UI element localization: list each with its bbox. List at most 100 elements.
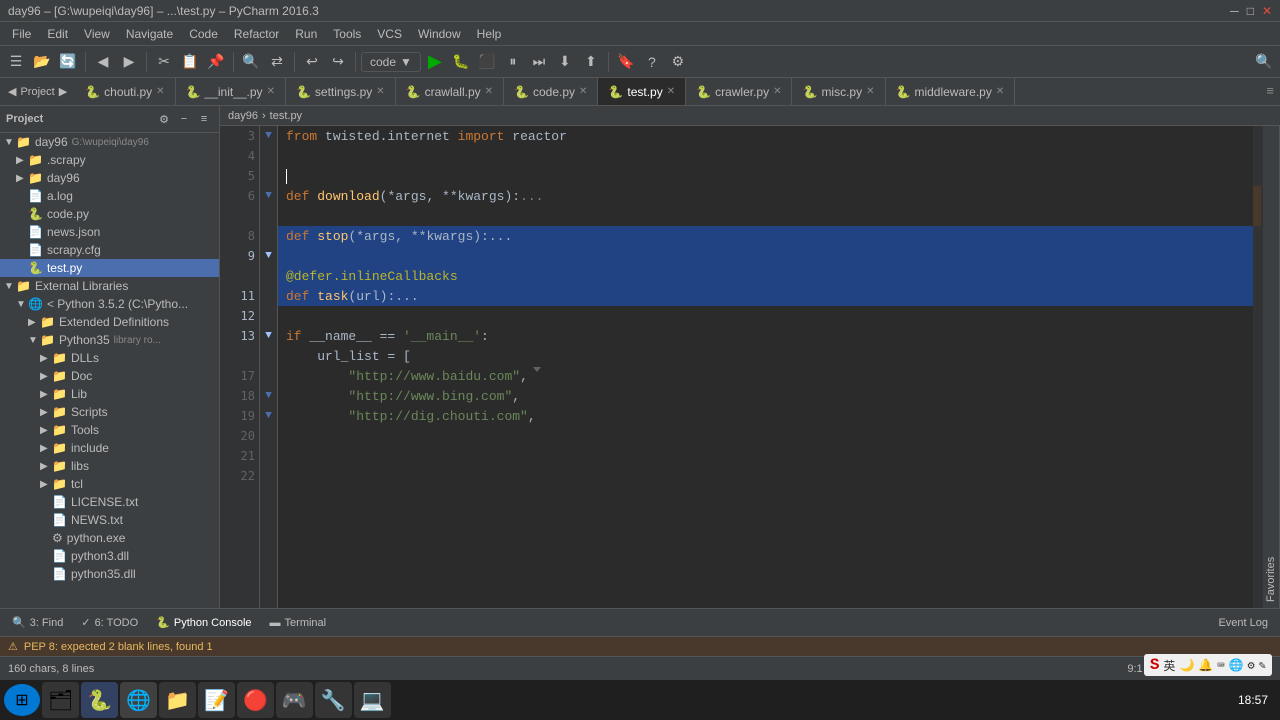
sidebar-item-tools[interactable]: ▶ 📁 Tools <box>0 421 219 439</box>
forward-btn[interactable]: ▶ <box>117 50 141 74</box>
ime-bell-icon[interactable]: 🔔 <box>1198 658 1213 673</box>
fold-9[interactable]: ▼ <box>260 246 277 266</box>
back-btn[interactable]: ◀ <box>91 50 115 74</box>
tab-crawlall[interactable]: 🐍 crawlall.py ✕ <box>396 78 504 106</box>
code-line-11[interactable] <box>278 246 1263 266</box>
taskbar-app8[interactable]: 🔧 <box>315 682 352 718</box>
close-icon[interactable]: ✕ <box>156 86 164 97</box>
sidebar-item-lib[interactable]: ▶ 📁 Lib <box>0 385 219 403</box>
menu-help[interactable]: Help <box>469 25 510 43</box>
menu-view[interactable]: View <box>76 25 118 43</box>
favorites-tab[interactable]: Favorites <box>1263 126 1280 608</box>
sidebar-item-python35dll[interactable]: 📄 python35.dll <box>0 565 219 583</box>
ime-moon-icon[interactable]: 🌙 <box>1179 658 1194 673</box>
sidebar-item-dlls[interactable]: ▶ 📁 DLLs <box>0 349 219 367</box>
sidebar-item-include[interactable]: ▶ 📁 include <box>0 439 219 457</box>
menu-refactor[interactable]: Refactor <box>226 25 287 43</box>
sidebar-item-testpy[interactable]: 🐍 test.py <box>0 259 219 277</box>
sidebar-gear-btn[interactable]: ≡ <box>195 110 213 128</box>
breadcrumb-testpy[interactable]: test.py <box>270 110 302 122</box>
code-line-4[interactable] <box>278 146 1263 166</box>
taskbar-chrome[interactable]: 🌐 <box>120 682 157 718</box>
tab-middleware[interactable]: 🐍 middleware.py ✕ <box>886 78 1016 106</box>
close-icon[interactable]: ✕ <box>667 86 675 97</box>
fold-6[interactable]: ▼ <box>260 186 277 206</box>
tab-code[interactable]: 🐍 code.py ✕ <box>504 78 598 106</box>
sidebar-item-scripts[interactable]: ▶ 📁 Scripts <box>0 403 219 421</box>
python-console-btn[interactable]: 🐍 Python Console <box>148 611 259 635</box>
taskbar-app7[interactable]: 🎮 <box>276 682 313 718</box>
sidebar-item-newsjson[interactable]: 📄 news.json <box>0 223 219 241</box>
sidebar-settings-btn[interactable]: ⚙ <box>155 110 173 128</box>
sidebar-collapse-btn[interactable]: − <box>175 110 193 128</box>
sidebar-item-scrapy[interactable]: ▶ 📁 .scrapy <box>0 151 219 169</box>
sidebar-item-alog[interactable]: 📄 a.log <box>0 187 219 205</box>
close-button[interactable]: ✕ <box>1262 4 1272 18</box>
sidebar-item-license[interactable]: 📄 LICENSE.txt <box>0 493 219 511</box>
menu-navigate[interactable]: Navigate <box>118 25 181 43</box>
help-btn[interactable]: ? <box>640 50 664 74</box>
menu-code[interactable]: Code <box>181 25 226 43</box>
code-line-19[interactable]: url_list = [ <box>278 346 1263 366</box>
stop-btn[interactable]: ⬛ <box>475 50 499 74</box>
event-log-button[interactable]: Event Log <box>1210 611 1276 635</box>
code-line-18[interactable]: if __name__ == '__main__' : <box>278 326 1263 346</box>
settings-btn[interactable]: ⚙ <box>666 50 690 74</box>
close-icon[interactable]: ✕ <box>376 86 384 97</box>
ime-keyboard-icon[interactable]: ⌨ <box>1217 658 1224 673</box>
sidebar-item-day96-sub[interactable]: ▶ 📁 day96 <box>0 169 219 187</box>
paste-btn[interactable]: 📌 <box>204 50 228 74</box>
code-line-6[interactable]: def download (*args, **kwargs): ... <box>278 186 1263 206</box>
ime-s-icon[interactable]: S <box>1150 656 1160 674</box>
close-icon[interactable]: ✕ <box>579 86 587 97</box>
code-line-9[interactable]: def stop (*args, **kwargs): ... <box>278 226 1263 246</box>
ime-pencil-icon[interactable]: ✎ <box>1259 658 1266 673</box>
code-line-8[interactable]: 💡 <box>278 206 1263 226</box>
undo-btn[interactable]: ↩ <box>300 50 324 74</box>
code-line-22[interactable]: "http://dig.chouti.com" , <box>278 406 1263 426</box>
todo-tool-btn[interactable]: ✓ 6: TODO <box>73 611 146 635</box>
start-button[interactable]: ⊞ <box>4 684 40 716</box>
copy-btn[interactable]: 📋 <box>178 50 202 74</box>
step-over-btn[interactable]: ⏭ <box>527 50 551 74</box>
menu-edit[interactable]: Edit <box>39 25 76 43</box>
code-line-5[interactable] <box>278 166 1263 186</box>
menu-file[interactable]: File <box>4 25 39 43</box>
search-btn[interactable]: 🔍 <box>239 50 263 74</box>
sidebar-item-extended-defs[interactable]: ▶ 📁 Extended Definitions <box>0 313 219 331</box>
code-line-13[interactable]: def task (url): ... <box>278 286 1263 306</box>
code-editor[interactable]: 3 4 5 6 8 9 11 12 13 17 18 19 20 21 22 <box>220 126 1280 608</box>
bookmark-btn[interactable]: 🔖 <box>614 50 638 74</box>
cut-btn[interactable]: ✂ <box>152 50 176 74</box>
search-everywhere-btn[interactable]: 🔍 <box>1252 50 1276 74</box>
tabs-more-btn[interactable]: ≡ <box>1266 84 1280 99</box>
sidebar-item-external-libs[interactable]: ▼ 📁 External Libraries <box>0 277 219 295</box>
menu-tools[interactable]: Tools <box>325 25 369 43</box>
find-tool-btn[interactable]: 🔍 3: Find <box>4 611 71 635</box>
tab-settings[interactable]: 🐍 settings.py ✕ <box>286 78 396 106</box>
taskbar-red-app[interactable]: 🔴 <box>237 682 274 718</box>
taskbar-explorer[interactable]: 📁 <box>159 682 196 718</box>
taskbar-word[interactable]: 📝 <box>198 682 235 718</box>
fold-13[interactable]: ▼ <box>260 326 277 346</box>
tab-init[interactable]: 🐍 __init__.py ✕ <box>176 78 286 106</box>
sidebar-item-scrapycfg[interactable]: 📄 scrapy.cfg <box>0 241 219 259</box>
sidebar-item-python35[interactable]: ▼ 📁 Python35 library ro... <box>0 331 219 349</box>
close-icon[interactable]: ✕ <box>485 86 493 97</box>
taskbar-pycharm[interactable]: 🐍 <box>81 682 118 718</box>
tab-test[interactable]: 🐍 test.py ✕ <box>598 78 686 106</box>
breadcrumb-day96[interactable]: day96 <box>228 110 258 122</box>
sidebar-item-codepy[interactable]: 🐍 code.py <box>0 205 219 223</box>
sidebar-item-tcl[interactable]: ▶ 📁 tcl <box>0 475 219 493</box>
code-line-20[interactable]: "http://www.baidu.com" , <box>278 366 1263 386</box>
menu-window[interactable]: Window <box>410 25 469 43</box>
sync-btn[interactable]: 🔄 <box>56 50 80 74</box>
maximize-button[interactable]: □ <box>1247 4 1254 18</box>
sidebar-item-doc[interactable]: ▶ 📁 Doc <box>0 367 219 385</box>
menu-run[interactable]: Run <box>287 25 325 43</box>
tab-chouti[interactable]: 🐍 chouti.py ✕ <box>75 78 175 106</box>
event-log-btn[interactable]: Event Log <box>1210 611 1276 635</box>
sidebar-item-libs[interactable]: ▶ 📁 libs <box>0 457 219 475</box>
sidebar-item-pythonexe[interactable]: ⚙ python.exe <box>0 529 219 547</box>
code-line-17[interactable] <box>278 306 1263 326</box>
